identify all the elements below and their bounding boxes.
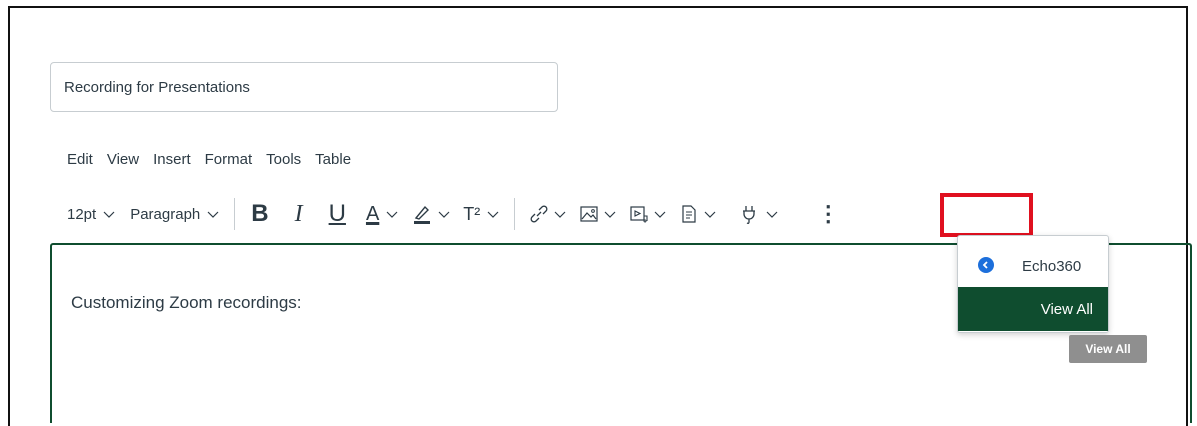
chevron-down-icon bbox=[704, 211, 716, 218]
block-format-label: Paragraph bbox=[130, 205, 201, 223]
view-all-tooltip: View All bbox=[1069, 335, 1147, 363]
editor-toolbar: 12pt Paragraph B I U A T² ⋮ bbox=[67, 196, 839, 232]
link-button[interactable] bbox=[529, 204, 567, 224]
media-button[interactable] bbox=[629, 204, 667, 224]
image-button[interactable] bbox=[579, 204, 617, 224]
link-icon bbox=[530, 205, 548, 223]
menu-edit[interactable]: Edit bbox=[67, 151, 93, 168]
document-button[interactable] bbox=[679, 204, 717, 224]
plugins-dropdown: Echo360 View All bbox=[957, 235, 1109, 333]
chevron-down-icon bbox=[554, 211, 566, 218]
toolbar-separator bbox=[514, 198, 516, 230]
chevron-down-icon bbox=[438, 211, 450, 218]
menu-item-echo360[interactable]: Echo360 bbox=[958, 244, 1108, 288]
font-size-select[interactable]: 12pt bbox=[67, 206, 116, 223]
font-size-label: 12pt bbox=[67, 205, 97, 223]
chevron-down-icon bbox=[604, 211, 616, 218]
text-color-button[interactable]: A bbox=[366, 203, 399, 226]
plug-icon bbox=[743, 206, 756, 224]
toolbar-separator bbox=[234, 198, 236, 230]
document-icon bbox=[682, 205, 696, 223]
chevron-down-icon bbox=[766, 211, 778, 218]
highlighter-icon bbox=[414, 205, 431, 224]
menu-table[interactable]: Table bbox=[315, 151, 351, 168]
annotation-highlight-box bbox=[940, 193, 1033, 237]
media-icon bbox=[630, 206, 648, 223]
chevron-down-icon bbox=[207, 211, 219, 218]
menu-item-label: View All bbox=[1040, 300, 1093, 318]
highlight-color-button[interactable] bbox=[411, 203, 451, 225]
page-title-input[interactable] bbox=[50, 62, 558, 112]
menu-tools[interactable]: Tools bbox=[266, 151, 301, 168]
chevron-down-icon bbox=[386, 211, 398, 218]
more-options-button[interactable]: ⋮ bbox=[817, 201, 839, 227]
underline-button[interactable]: U bbox=[329, 200, 346, 228]
text-color-icon: A bbox=[365, 202, 380, 225]
bold-button[interactable]: B bbox=[251, 200, 268, 228]
editor-content[interactable]: Customizing Zoom recordings: bbox=[71, 293, 302, 313]
menu-format[interactable]: Format bbox=[205, 151, 253, 168]
editor-menubar: Edit View Insert Format Tools Table bbox=[67, 151, 351, 168]
more-icon: ⋮ bbox=[817, 201, 840, 226]
menu-item-label: Echo360 bbox=[1022, 257, 1082, 275]
block-format-select[interactable]: Paragraph bbox=[130, 206, 220, 223]
chevron-down-icon bbox=[654, 211, 666, 218]
superscript-icon: T² bbox=[463, 203, 481, 224]
bold-icon: B bbox=[251, 200, 269, 227]
underline-icon: U bbox=[328, 200, 346, 227]
menu-view[interactable]: View bbox=[107, 151, 139, 168]
superscript-button[interactable]: T² bbox=[463, 204, 500, 225]
italic-button[interactable]: I bbox=[295, 201, 303, 228]
menu-insert[interactable]: Insert bbox=[153, 151, 191, 168]
echo360-icon bbox=[978, 257, 994, 273]
plugins-button[interactable] bbox=[739, 203, 779, 225]
image-icon bbox=[580, 206, 598, 222]
italic-icon: I bbox=[294, 200, 303, 227]
chevron-down-icon bbox=[487, 211, 499, 218]
chevron-down-icon bbox=[103, 211, 115, 218]
menu-item-view-all[interactable]: View All bbox=[958, 287, 1108, 331]
